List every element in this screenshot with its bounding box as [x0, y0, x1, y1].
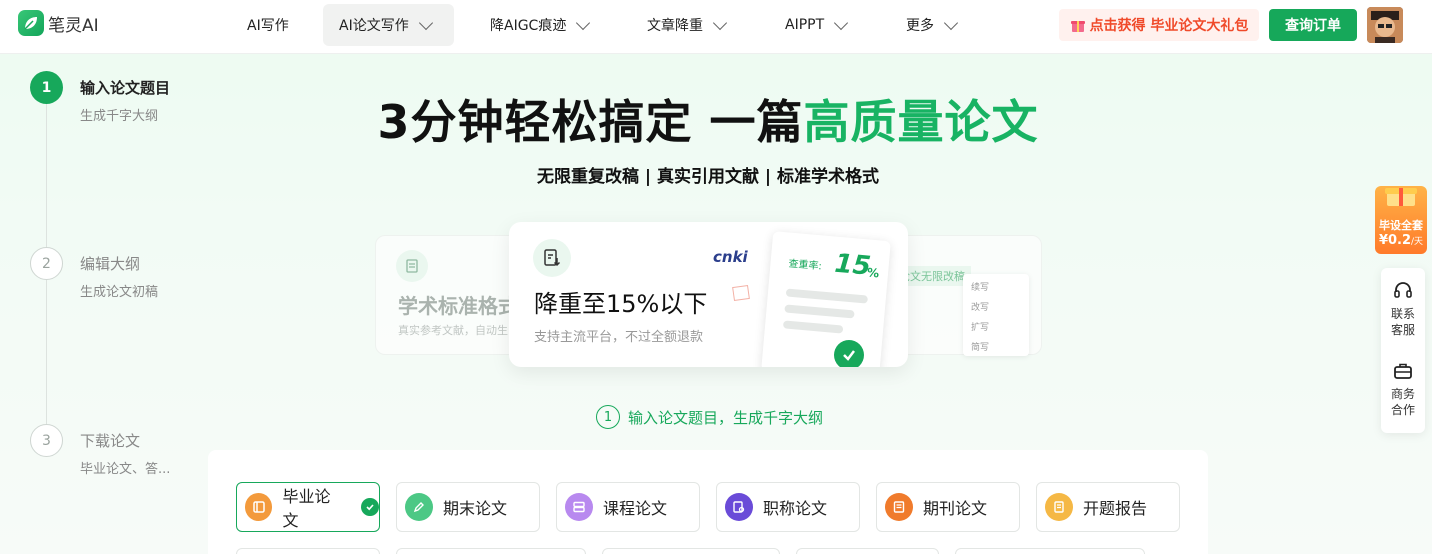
type-row2-item[interactable]: [796, 548, 939, 554]
type-title-paper[interactable]: 职称论文: [716, 482, 860, 532]
nav-ai-writing[interactable]: AI写作: [231, 4, 305, 46]
step-connector: [46, 280, 47, 425]
feature-card-dedup: cnki 降重至15%以下 支持主流平台，不过全额退款 查重率: 15 %: [509, 222, 908, 367]
paper-line: [785, 288, 869, 304]
type-journal-paper[interactable]: 期刊论文: [876, 482, 1020, 532]
nav-label: 降AIGC痕迹: [490, 18, 567, 34]
stamp-icon: [732, 284, 750, 302]
hero-title: 3分钟轻松搞定 一篇高质量论文: [0, 86, 1416, 152]
nav-dedup[interactable]: 文章降重: [631, 4, 741, 46]
nav-ai-paper[interactable]: AI论文写作: [323, 4, 454, 46]
step-number: 2: [30, 247, 63, 280]
card-subtitle: 支持主流平台，不过全额退款: [534, 330, 704, 345]
report-paper: 查重率: 15 %: [761, 231, 891, 367]
nav-more[interactable]: 更多: [890, 4, 972, 46]
promo-price-value: ¥0.2: [1378, 233, 1412, 248]
pen-icon: [405, 493, 433, 521]
stack-icon: [565, 493, 593, 521]
gift-box-icon: [1385, 188, 1417, 206]
report-icon: [1045, 493, 1073, 521]
chevron-down-icon: [576, 15, 591, 30]
promo-price: ¥0.2 /天: [1379, 233, 1423, 248]
side-label: 联系客服: [1390, 307, 1415, 337]
type-row2-item[interactable]: [602, 548, 780, 554]
step-subtitle: 生成论文初稿: [80, 285, 159, 300]
app-logo[interactable]: 笔灵AI: [18, 10, 99, 36]
promo-text: 毕设全套: [1379, 219, 1423, 232]
briefcase-icon: [1394, 363, 1412, 379]
chevron-down-icon: [943, 15, 959, 30]
current-step-number: 1: [596, 405, 620, 429]
nav-aippt[interactable]: AIPPT: [769, 4, 862, 46]
journal-icon: [885, 493, 913, 521]
type-proposal-report[interactable]: 开题报告: [1036, 482, 1180, 532]
gift-label: 点击获得 毕业论文大礼包: [1089, 18, 1249, 34]
current-step-label: 1 输入论文题目，生成千字大纲: [596, 405, 823, 429]
type-final-paper[interactable]: 期末论文: [396, 482, 540, 532]
type-course-paper[interactable]: 课程论文: [556, 482, 700, 532]
step-title: 编辑大纲: [80, 255, 141, 273]
nav-label: 更多: [906, 18, 934, 34]
menu-item: 简写: [971, 343, 990, 353]
cnki-brand: cnki: [713, 248, 748, 266]
menu-item: 改写: [971, 303, 990, 313]
paper-unit: %: [866, 265, 880, 281]
selected-check-icon: [361, 498, 379, 516]
search-doc-icon: [725, 493, 753, 521]
type-label: 职称论文: [763, 499, 828, 518]
card-title: 降重至15%以下: [534, 290, 708, 318]
type-row2-item[interactable]: [396, 548, 586, 554]
nav-label: 文章降重: [647, 18, 703, 34]
menu-item: 续写: [971, 283, 990, 293]
current-step-text: 输入论文题目，生成千字大纲: [628, 408, 824, 427]
user-avatar[interactable]: [1367, 7, 1403, 43]
type-label: 毕业论文: [282, 487, 331, 530]
leaf-logo-icon: [18, 10, 44, 36]
promo-float[interactable]: 毕设全套 ¥0.2 /天: [1375, 186, 1427, 254]
type-label: 期末论文: [443, 499, 508, 518]
chevron-down-icon: [418, 15, 433, 30]
nav-label: AI写作: [247, 18, 289, 34]
step-title: 下载论文: [80, 432, 141, 450]
step-subtitle: 毕业论文、答...: [80, 462, 171, 477]
side-toolbar: 联系客服 商务合作: [1381, 268, 1425, 433]
gift-icon: [1070, 21, 1085, 32]
type-label: 课程论文: [603, 499, 668, 518]
chevron-down-icon: [712, 15, 728, 30]
document-icon: [396, 250, 428, 282]
download-doc-icon: [533, 239, 571, 277]
type-label: 开题报告: [1083, 499, 1148, 518]
card-subtitle: 真实参考文献，自动生: [398, 324, 508, 337]
top-header: 笔灵AI AI写作 AI论文写作 降AIGC痕迹 文章降重 AIPPT 更多 点…: [0, 0, 1432, 54]
nav-label: AI论文写作: [339, 18, 409, 34]
query-order-button[interactable]: 查询订单: [1269, 9, 1357, 41]
chevron-down-icon: [834, 15, 849, 30]
type-row2-item[interactable]: [955, 548, 1145, 554]
hero-title-accent: 高质量论文: [803, 95, 1039, 149]
contact-support-button[interactable]: 联系客服: [1381, 280, 1425, 338]
app-name: 笔灵AI: [48, 15, 99, 36]
menu-item: 扩写: [971, 323, 990, 333]
paper-label: 查重率:: [788, 258, 823, 273]
gift-package-button[interactable]: 点击获得 毕业论文大礼包: [1059, 9, 1259, 41]
business-cooperation-button[interactable]: 商务合作: [1381, 360, 1425, 418]
type-label: 期刊论文: [923, 499, 988, 518]
side-label: 商务合作: [1390, 387, 1415, 417]
card-title: 学术标准格式: [398, 294, 518, 318]
book-icon: [245, 493, 273, 521]
paper-line: [784, 304, 855, 319]
promo-price-unit: /天: [1411, 237, 1424, 247]
nav-reduce-aigc[interactable]: 降AIGC痕迹: [474, 4, 604, 46]
type-graduation-paper[interactable]: 毕业论文: [236, 482, 380, 532]
hero-subtitle: 无限重复改稿 | 真实引用文献 | 标准学术格式: [536, 167, 880, 187]
hero-title-main: 3分钟轻松搞定 一篇: [377, 95, 804, 149]
headset-icon: [1394, 282, 1412, 298]
type-row2-item[interactable]: [236, 548, 380, 554]
check-icon: [834, 340, 864, 367]
step-number: 3: [30, 424, 63, 457]
rewrite-menu: 续写 改写 扩写 简写: [963, 274, 1029, 356]
paper-line: [782, 320, 844, 334]
nav-label: AIPPT: [785, 17, 825, 33]
